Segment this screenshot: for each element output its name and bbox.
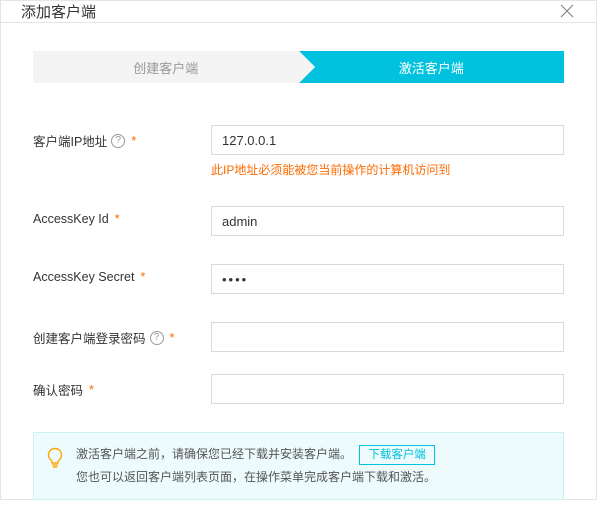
label-login-password: 创建客户端登录密码 ? * bbox=[33, 322, 211, 347]
login-password-input[interactable] bbox=[211, 322, 564, 352]
ip-hint: 此IP地址必须能被您当前操作的计算机访问到 bbox=[211, 161, 564, 178]
label-client-ip: 客户端IP地址 ? * bbox=[33, 125, 211, 150]
label-accesskey-id: AccessKey Id * bbox=[33, 206, 211, 226]
lightbulb-icon bbox=[46, 447, 64, 472]
add-client-dialog: 添加客户端 创建客户端 激活客户端 客户端IP地址 ? * 此IP地址必须能被您… bbox=[0, 0, 597, 500]
step-indicator: 创建客户端 激活客户端 bbox=[33, 51, 564, 83]
required-mark: * bbox=[131, 134, 136, 148]
row-accesskey-secret: AccessKey Secret * bbox=[33, 264, 564, 294]
step-create-client[interactable]: 创建客户端 bbox=[33, 51, 299, 83]
client-ip-input[interactable] bbox=[211, 125, 564, 155]
row-confirm-password: 确认密码 * bbox=[33, 374, 564, 404]
label-confirm-password: 确认密码 * bbox=[33, 374, 211, 399]
help-icon[interactable]: ? bbox=[111, 134, 125, 148]
step-label: 激活客户端 bbox=[399, 58, 464, 77]
dialog-title: 添加客户端 bbox=[21, 1, 96, 22]
row-accesskey-id: AccessKey Id * bbox=[33, 206, 564, 236]
step-activate-client[interactable]: 激活客户端 bbox=[299, 51, 565, 83]
accesskey-id-input[interactable] bbox=[211, 206, 564, 236]
accesskey-secret-input[interactable] bbox=[211, 264, 564, 294]
step-label: 创建客户端 bbox=[133, 58, 198, 77]
row-login-password: 创建客户端登录密码 ? * bbox=[33, 322, 564, 352]
required-mark: * bbox=[89, 383, 94, 397]
row-client-ip: 客户端IP地址 ? * 此IP地址必须能被您当前操作的计算机访问到 bbox=[33, 125, 564, 178]
dialog-body: 创建客户端 激活客户端 客户端IP地址 ? * 此IP地址必须能被您当前操作的计… bbox=[1, 23, 596, 518]
confirm-password-input[interactable] bbox=[211, 374, 564, 404]
required-mark: * bbox=[140, 270, 145, 284]
required-mark: * bbox=[115, 212, 120, 226]
required-mark: * bbox=[170, 331, 175, 345]
dialog-header: 添加客户端 bbox=[1, 1, 596, 23]
label-accesskey-secret: AccessKey Secret * bbox=[33, 264, 211, 284]
info-text: 激活客户端之前，请确保您已经下载并安装客户端。 下载客户端 您也可以返回客户端列… bbox=[76, 443, 436, 489]
info-box: 激活客户端之前，请确保您已经下载并安装客户端。 下载客户端 您也可以返回客户端列… bbox=[33, 432, 564, 500]
help-icon[interactable]: ? bbox=[150, 331, 164, 345]
close-icon[interactable] bbox=[560, 4, 576, 20]
download-client-button[interactable]: 下载客户端 bbox=[359, 445, 435, 465]
